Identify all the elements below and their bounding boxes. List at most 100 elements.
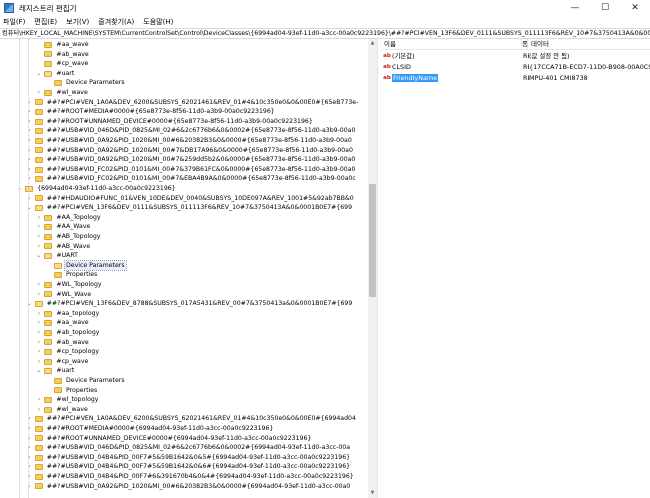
tree-node[interactable]: Properties [0, 270, 368, 280]
tree-node[interactable]: Device Parameters [0, 78, 368, 88]
tree-node[interactable]: › ##?#USB#VID_046D&PID_0825&MI_02#6&2c677… [0, 126, 368, 136]
tree-node[interactable]: › ##?#HDAUDIO#FUNC_01&VEN_10DE&DEV_0040&S… [0, 194, 368, 204]
tree-node[interactable]: › ##?#USB#VID_04B4&PID_00F7#6&391670b4&0&… [0, 472, 368, 482]
chevron-right-icon[interactable]: › [35, 347, 42, 357]
chevron-right-icon[interactable]: › [26, 414, 33, 424]
chevron-right-icon[interactable]: › [35, 309, 42, 319]
close-button[interactable]: ✕ [620, 0, 650, 16]
tree-node[interactable]: › ##?#USB#VID_0A92&PID_1020&MI_00#6&20382… [0, 136, 368, 146]
tree-node[interactable]: › #ab_topology [0, 328, 368, 338]
tree-node[interactable]: ⌄ {6994ad04-93ef-11d0-a3cc-00a0c9223196} [0, 184, 368, 194]
chevron-right-icon[interactable]: › [35, 213, 42, 223]
tree-node[interactable]: #cp_wave [0, 59, 368, 69]
tree-node[interactable]: ⌄ #uart [0, 366, 368, 376]
chevron-right-icon[interactable]: › [26, 482, 33, 492]
chevron-right-icon[interactable]: › [26, 126, 33, 136]
tree-node[interactable]: › #AB_Topology [0, 232, 368, 242]
chevron-right-icon[interactable]: › [26, 453, 33, 463]
tree-scroll-thumb[interactable] [369, 184, 376, 297]
tree-node[interactable]: › #wl_wave [0, 88, 368, 98]
value-row[interactable]: ab(기본값)REG_SZ(값 설정 안 됨) [381, 51, 650, 61]
tree-node[interactable]: › ##?#USB#VID_046D&PID_0825&MI_02#6&2c677… [0, 443, 368, 453]
chevron-right-icon[interactable]: › [35, 280, 42, 290]
chevron-right-icon[interactable]: › [26, 472, 33, 482]
tree-node[interactable]: › ##?#USB#VID_04B4&PID_00F7#5&59B1642&0&6… [0, 462, 368, 472]
value-row[interactable]: abCLSIDREG_SZ{17CCA71B-ECD7-11D0-B908-00… [381, 62, 650, 72]
chevron-right-icon[interactable]: › [26, 462, 33, 472]
tree-node[interactable]: › #cp_topology [0, 347, 368, 357]
chevron-right-icon[interactable]: › [35, 290, 42, 300]
menu-edit[interactable]: 편집(E) [34, 17, 57, 27]
scroll-down-arrow-icon[interactable]: ▼ [368, 489, 377, 498]
tree-node[interactable]: › #wl_wave [0, 405, 368, 415]
column-header-data[interactable]: 데이터 [527, 39, 650, 50]
chevron-right-icon[interactable]: › [26, 424, 33, 434]
tree-node[interactable]: ⌄ ##?#PCI#VEN_13F6&DEV_8788&SUBSYS_017A54… [0, 299, 368, 309]
value-row[interactable]: abFriendlyNameREG_SZMPU-401 CMI8738 [381, 73, 650, 83]
tree-node[interactable]: › ##?#PCI#VEN_1A0A&DEV_6200&SUBSYS_620214… [0, 414, 368, 424]
chevron-right-icon[interactable]: › [35, 318, 42, 328]
tree-node[interactable]: › #AA_Topology [0, 213, 368, 223]
scroll-up-arrow-icon[interactable]: ▲ [368, 39, 377, 48]
tree-node[interactable]: › #AB_Wave [0, 242, 368, 252]
chevron-right-icon[interactable]: › [35, 88, 42, 98]
tree-node[interactable]: › ##?#USB#VID_0A92&PID_1020&MI_00#6&20382… [0, 482, 368, 492]
chevron-down-icon[interactable]: ⌄ [16, 184, 23, 194]
tree-node[interactable]: › ##?#USB#VID_FC02&PID_0101&MI_00#7&379B6… [0, 165, 368, 175]
tree-node[interactable]: Device Parameters [0, 259, 368, 272]
tree-node[interactable]: #ab_wave [0, 50, 368, 60]
tree-node[interactable]: › ##?#ROOT#UNNAMED_DEVICE#0000#{65e8773e-… [0, 117, 368, 127]
chevron-right-icon[interactable]: › [35, 232, 42, 242]
tree-node[interactable]: › ##?#ROOT#UNNAMED_DEVICE#0000#{6994ad04-… [0, 434, 368, 444]
tree-node[interactable]: › #cp_wave [0, 357, 368, 367]
chevron-down-icon[interactable]: ⌄ [26, 203, 33, 213]
tree-node[interactable]: › ##?#USB#VID_0A92&PID_1020&MI_00#7&DB17A… [0, 146, 368, 156]
chevron-right-icon[interactable]: › [35, 405, 42, 415]
tree-node[interactable]: › ##?#PCI#VEN_1A0A&DEV_6200&SUBSYS_620214… [0, 98, 368, 108]
tree-node[interactable]: › #wl_topology [0, 395, 368, 405]
chevron-right-icon[interactable]: › [26, 155, 33, 165]
chevron-right-icon[interactable]: › [26, 443, 33, 453]
tree-node[interactable]: › #WL_Wave [0, 290, 368, 300]
tree-node[interactable]: ⌄ #UART [0, 251, 368, 261]
chevron-right-icon[interactable]: › [26, 434, 33, 444]
menu-favorites[interactable]: 즐겨찾기(A) [98, 17, 134, 27]
chevron-right-icon[interactable]: › [26, 117, 33, 127]
chevron-down-icon[interactable]: ⌄ [35, 366, 42, 376]
tree-node[interactable]: › ##?#ROOT#MEDIA#0000#{65e8773e-8f56-11d0… [0, 107, 368, 117]
chevron-right-icon[interactable]: › [26, 174, 33, 184]
chevron-right-icon[interactable]: › [26, 98, 33, 108]
chevron-down-icon[interactable]: ⌄ [26, 299, 33, 309]
tree-node[interactable]: › #aa_wave [0, 318, 368, 328]
tree-node[interactable]: › ##?#USB#VID_0A92&PID_1020&MI_00#7&259dd… [0, 155, 368, 165]
tree-node[interactable]: ⌄ #uart [0, 69, 368, 79]
tree-node[interactable]: Device Parameters [0, 376, 368, 386]
address-bar[interactable]: 컴퓨터\HKEY_LOCAL_MACHINE\SYSTEM\CurrentCon… [0, 28, 650, 39]
menu-help[interactable]: 도움말(H) [143, 17, 173, 27]
tree-node[interactable]: › #AA_Wave [0, 222, 368, 232]
chevron-right-icon[interactable]: › [35, 222, 42, 232]
tree-node[interactable]: › ##?#USB#VID_04B4&PID_00F7#5&59B1642&0&5… [0, 453, 368, 463]
tree-node[interactable]: › #aa_topology [0, 309, 368, 319]
chevron-right-icon[interactable]: › [26, 146, 33, 156]
column-header-name[interactable]: 이름 [381, 39, 521, 50]
chevron-right-icon[interactable]: › [35, 328, 42, 338]
tree-node[interactable]: › ##?#ROOT#MEDIA#0000#{6994ad04-93ef-11d0… [0, 424, 368, 434]
tree-node[interactable]: ⌄ ##?#PCI#VEN_13F6&DEV_0111&SUBSYS_011113… [0, 203, 368, 213]
chevron-right-icon[interactable]: › [26, 165, 33, 175]
menu-file[interactable]: 파일(F) [3, 17, 25, 27]
tree-node[interactable]: #aa_wave [0, 40, 368, 50]
tree-vertical-scrollbar[interactable]: ▲ ▼ [368, 39, 377, 498]
chevron-right-icon[interactable]: › [26, 194, 33, 204]
menu-view[interactable]: 보기(V) [66, 17, 89, 27]
tree-node[interactable]: › #ab_wave [0, 338, 368, 348]
tree-node[interactable]: Properties [0, 386, 368, 396]
tree-node[interactable]: › #WL_Topology [0, 280, 368, 290]
chevron-down-icon[interactable]: ⌄ [35, 251, 42, 261]
maximize-button[interactable]: ☐ [590, 0, 620, 16]
chevron-right-icon[interactable]: › [35, 395, 42, 405]
chevron-right-icon[interactable]: › [26, 107, 33, 117]
chevron-right-icon[interactable]: › [35, 357, 42, 367]
minimize-button[interactable]: — [560, 0, 590, 16]
tree-node[interactable]: › ##?#USB#VID_FC02&PID_0101&MI_00#7&EBA4B… [0, 174, 368, 184]
